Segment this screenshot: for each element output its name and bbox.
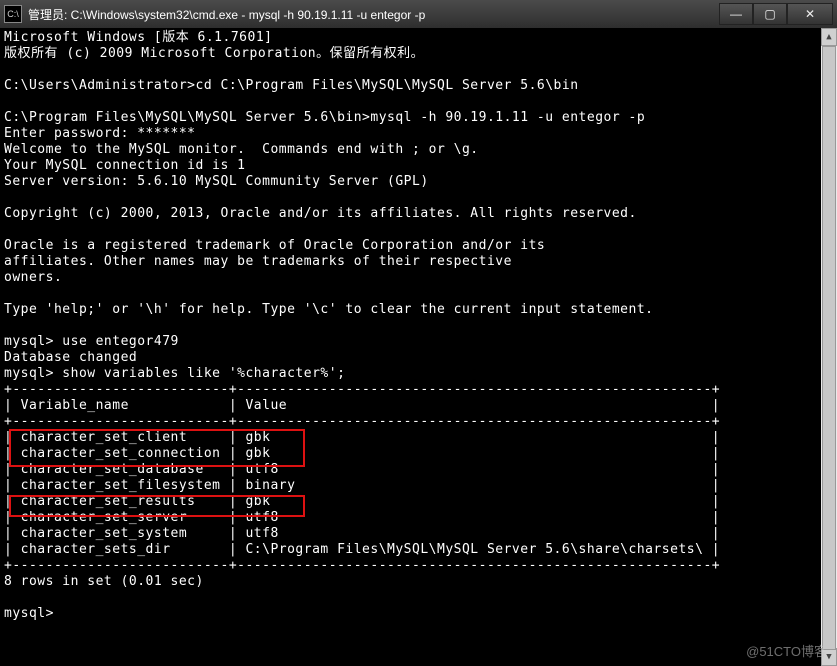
terminal-line: Copyright (c) 2000, 2013, Oracle and/or … — [4, 206, 637, 221]
terminal-line: | Variable_name | Value | — [4, 398, 720, 413]
terminal-line: mysql> — [4, 606, 54, 621]
terminal-line: mysql> use entegor479 — [4, 334, 179, 349]
terminal-line: C:\Users\Administrator>cd C:\Program Fil… — [4, 78, 579, 93]
terminal-line: Welcome to the MySQL monitor. Commands e… — [4, 142, 479, 157]
close-button[interactable]: ✕ — [787, 3, 833, 25]
terminal-line: +--------------------------+------------… — [4, 414, 720, 429]
vertical-scrollbar[interactable]: ▲ ▼ — [821, 28, 837, 666]
terminal-line: Enter password: ******* — [4, 126, 196, 141]
terminal-line: Type 'help;' or '\h' for help. Type '\c'… — [4, 302, 653, 317]
terminal-line: +--------------------------+------------… — [4, 382, 720, 397]
scroll-track[interactable] — [821, 46, 837, 648]
terminal-line: Oracle is a registered trademark of Orac… — [4, 238, 545, 253]
minimize-button[interactable]: — — [719, 3, 753, 25]
terminal-line: 版权所有 (c) 2009 Microsoft Corporation。保留所有… — [4, 46, 424, 61]
terminal-line: +--------------------------+------------… — [4, 558, 720, 573]
cmd-icon: C:\ — [4, 5, 22, 23]
scroll-thumb[interactable] — [822, 46, 836, 650]
window-title: 管理员: C:\Windows\system32\cmd.exe - mysql… — [28, 6, 719, 23]
terminal-line: owners. — [4, 270, 62, 285]
terminal-line: | character_sets_dir | C:\Program Files\… — [4, 542, 720, 557]
scroll-up-button[interactable]: ▲ — [821, 28, 837, 46]
terminal-line: Database changed — [4, 350, 137, 365]
titlebar[interactable]: C:\ 管理员: C:\Windows\system32\cmd.exe - m… — [0, 0, 837, 29]
terminal-line: Server version: 5.6.10 MySQL Community S… — [4, 174, 429, 189]
terminal-line: | character_set_connection | gbk | — [4, 446, 720, 461]
terminal-line: | character_set_database | utf8 | — [4, 462, 720, 477]
terminal-line: | character_set_system | utf8 | — [4, 526, 720, 541]
terminal-line: | character_set_filesystem | binary | — [4, 478, 720, 493]
cmd-window: C:\ 管理员: C:\Windows\system32\cmd.exe - m… — [0, 0, 837, 666]
terminal-line: C:\Program Files\MySQL\MySQL Server 5.6\… — [4, 110, 645, 125]
terminal-line: Microsoft Windows [版本 6.1.7601] — [4, 30, 272, 45]
terminal-line: | character_set_client | gbk | — [4, 430, 720, 445]
terminal-line: Your MySQL connection id is 1 — [4, 158, 245, 173]
watermark: @51CTO博客 — [746, 641, 827, 660]
terminal-line: | character_set_server | utf8 | — [4, 510, 720, 525]
terminal-line: | character_set_results | gbk | — [4, 494, 720, 509]
terminal-line: affiliates. Other names may be trademark… — [4, 254, 512, 269]
terminal-area[interactable]: Microsoft Windows [版本 6.1.7601] 版权所有 (c)… — [0, 28, 821, 666]
window-controls: — ▢ ✕ — [719, 3, 833, 25]
terminal-line: 8 rows in set (0.01 sec) — [4, 574, 204, 589]
maximize-button[interactable]: ▢ — [753, 3, 787, 25]
terminal-line: mysql> show variables like '%character%'… — [4, 366, 345, 381]
